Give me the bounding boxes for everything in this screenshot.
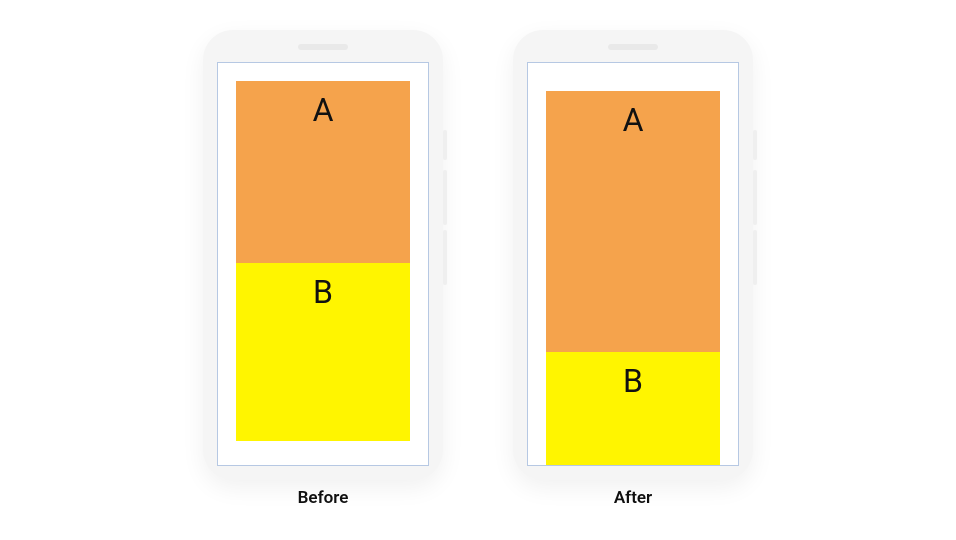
phone-mockup-before: A B: [203, 30, 443, 480]
phone-speaker: [608, 44, 658, 50]
block-b-label: B: [623, 352, 643, 465]
block-b-label: B: [313, 263, 333, 441]
phone-side-button: [443, 170, 447, 225]
block-a-label: A: [313, 81, 334, 263]
phone-screen: A B: [527, 62, 739, 466]
block-a-label: A: [623, 91, 644, 352]
after-phone-group: A B After: [513, 30, 753, 508]
block-b: B: [236, 263, 410, 441]
block-a: A: [236, 81, 410, 263]
block-b: B: [546, 352, 720, 465]
phone-speaker: [298, 44, 348, 50]
phone-screen: A B: [217, 62, 429, 466]
block-a: A: [546, 91, 720, 352]
phone-side-button: [443, 230, 447, 285]
phone-side-button: [753, 130, 757, 160]
phone-side-button: [753, 230, 757, 285]
phone-mockup-after: A B: [513, 30, 753, 480]
after-caption: After: [614, 488, 652, 508]
before-caption: Before: [298, 488, 349, 508]
diagram-stage: A B Before A B After: [0, 0, 956, 508]
phone-side-button: [753, 170, 757, 225]
before-phone-group: A B Before: [203, 30, 443, 508]
phone-side-button: [443, 130, 447, 160]
